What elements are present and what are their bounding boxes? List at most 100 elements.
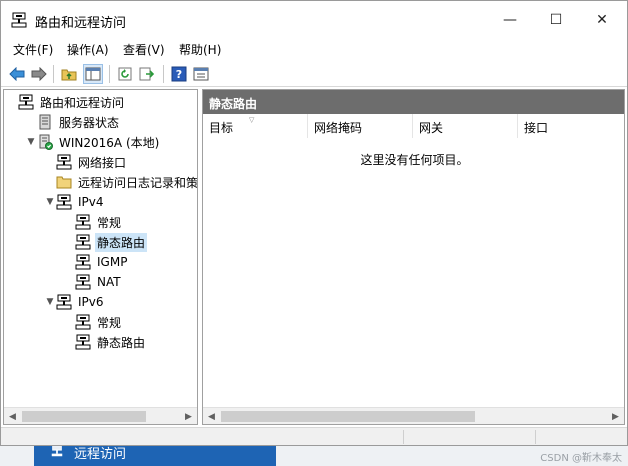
tree-item-3[interactable]: ▼ WIN2016A (本地)	[25, 132, 161, 152]
routing-icon	[75, 254, 91, 270]
export-list-icon	[139, 67, 155, 81]
status-bar	[1, 427, 627, 445]
empty-list-message: 这里没有任何项目。	[360, 153, 469, 167]
routing-icon	[75, 274, 91, 290]
toolbar-separator	[109, 65, 110, 83]
column-label: 目标	[209, 121, 234, 135]
show-hide-tree-button[interactable]	[83, 64, 103, 84]
tree-item-label: 服务器状态	[59, 115, 120, 130]
tree-item-label: 路由和远程访问	[40, 95, 125, 110]
scroll-left-arrow-icon[interactable]: ◀	[203, 408, 220, 424]
window-title: 路由和远程访问	[35, 16, 127, 31]
back-button[interactable]	[7, 64, 27, 84]
column-label: 接口	[524, 121, 549, 135]
menu-file[interactable]: 文件(F)	[13, 41, 53, 58]
scroll-right-arrow-icon[interactable]: ▶	[180, 408, 197, 424]
menu-action[interactable]: 操作(A)	[67, 41, 109, 58]
detail-horizontal-scrollbar[interactable]: ◀ ▶	[203, 407, 624, 424]
tree-item-label: IPv4	[78, 195, 104, 209]
scroll-thumb[interactable]	[22, 411, 146, 422]
tree-item-label: IPv6	[78, 295, 104, 309]
watermark: CSDN @靳木奉太	[540, 453, 622, 464]
expand-collapse-chevron-icon[interactable]: ▼	[44, 192, 56, 212]
properties-icon	[193, 67, 209, 81]
menu-bar: 文件(F) 操作(A) 查看(V) 帮助(H)	[1, 39, 627, 59]
help-button[interactable]: ?	[169, 64, 189, 84]
tree-item-9[interactable]: IGMP	[63, 252, 129, 272]
tree-item-11[interactable]: ▼ IPv6	[44, 292, 106, 312]
tree-item-label: 静态路由	[97, 335, 146, 350]
tree-item-5[interactable]: 远程访问日志记录和策略	[44, 172, 198, 192]
tree-item-label: 静态路由	[95, 232, 148, 252]
forward-arrow-icon	[31, 67, 47, 81]
server-local-icon	[37, 134, 53, 150]
tree-item-label: NAT	[97, 275, 121, 289]
tree-item-2[interactable]: 服务器状态	[25, 112, 121, 132]
tree-item-label: 远程访问日志记录和策略	[78, 175, 198, 190]
refresh-icon	[118, 67, 132, 81]
expand-collapse-chevron-icon[interactable]: ▼	[44, 292, 56, 312]
routing-icon	[56, 194, 72, 210]
tree-item-label: 常规	[97, 315, 122, 330]
routing-icon	[75, 314, 91, 330]
tree-item-7[interactable]: 常规	[63, 212, 123, 232]
forward-button[interactable]	[29, 64, 49, 84]
routing-icon	[75, 214, 91, 230]
toolbar-separator	[163, 65, 164, 83]
properties-button[interactable]	[191, 64, 211, 84]
show-hide-tree-icon	[85, 67, 101, 81]
tree-item-8[interactable]: 静态路由	[63, 232, 148, 252]
help-icon: ?	[171, 66, 187, 82]
scroll-thumb[interactable]	[221, 411, 475, 422]
column-label: 网络掩码	[314, 121, 363, 135]
menu-view[interactable]: 查看(V)	[123, 41, 165, 58]
server-icon	[18, 94, 34, 110]
sort-arrow-icon: ▽	[249, 116, 255, 124]
tree-item-13[interactable]: 静态路由	[63, 332, 147, 352]
tree-item-10[interactable]: NAT	[63, 272, 123, 292]
server-status-icon	[37, 114, 53, 130]
maximize-button[interactable]: ☐	[533, 1, 579, 39]
tree-item-1[interactable]: 路由和远程访问	[6, 92, 126, 112]
column-header-netmask[interactable]: 网络掩码	[308, 114, 413, 138]
expand-collapse-chevron-icon[interactable]: ▼	[25, 132, 37, 152]
scroll-right-arrow-icon[interactable]: ▶	[607, 408, 624, 424]
up-one-level-button[interactable]	[59, 64, 79, 84]
tree-item-12[interactable]: 常规	[63, 312, 123, 332]
scroll-left-arrow-icon[interactable]: ◀	[4, 408, 21, 424]
menu-help[interactable]: 帮助(H)	[179, 41, 221, 58]
detail-title: 静态路由	[203, 90, 624, 114]
svg-text:?: ?	[176, 68, 182, 81]
folder-icon	[56, 174, 72, 190]
column-label: 网关	[419, 121, 444, 135]
network-interface-icon	[56, 154, 72, 170]
column-header-interface[interactable]: 接口	[518, 114, 624, 138]
tree-item-4[interactable]: 网络接口	[44, 152, 128, 172]
tree-horizontal-scrollbar[interactable]: ◀ ▶	[4, 407, 197, 424]
detail-pane: 静态路由 目标 ▽ 网络掩码 网关 接口 这里没有任何项目。 ◀ ▶	[202, 89, 625, 425]
routing-icon	[51, 445, 63, 457]
routing-icon	[75, 234, 91, 250]
column-header-destination[interactable]: 目标 ▽	[203, 114, 308, 138]
status-segment	[535, 430, 536, 444]
toolbar: ?	[1, 61, 627, 87]
column-header-gateway[interactable]: 网关	[413, 114, 518, 138]
tree-item-6[interactable]: ▼ IPv4	[44, 192, 106, 212]
title-bar[interactable]: 路由和远程访问 — ☐ ✕	[1, 1, 627, 39]
close-button[interactable]: ✕	[579, 1, 625, 39]
back-arrow-icon	[9, 67, 25, 81]
routing-icon	[75, 334, 91, 350]
console-tree[interactable]: 路由和远程访问服务器状态 ▼ WIN2016A (本地) 网络接口远程访问日志记录和策…	[3, 89, 198, 425]
refresh-button[interactable]	[115, 64, 135, 84]
minimize-button[interactable]: —	[487, 1, 533, 39]
export-list-button[interactable]	[137, 64, 157, 84]
routing-icon	[56, 294, 72, 310]
